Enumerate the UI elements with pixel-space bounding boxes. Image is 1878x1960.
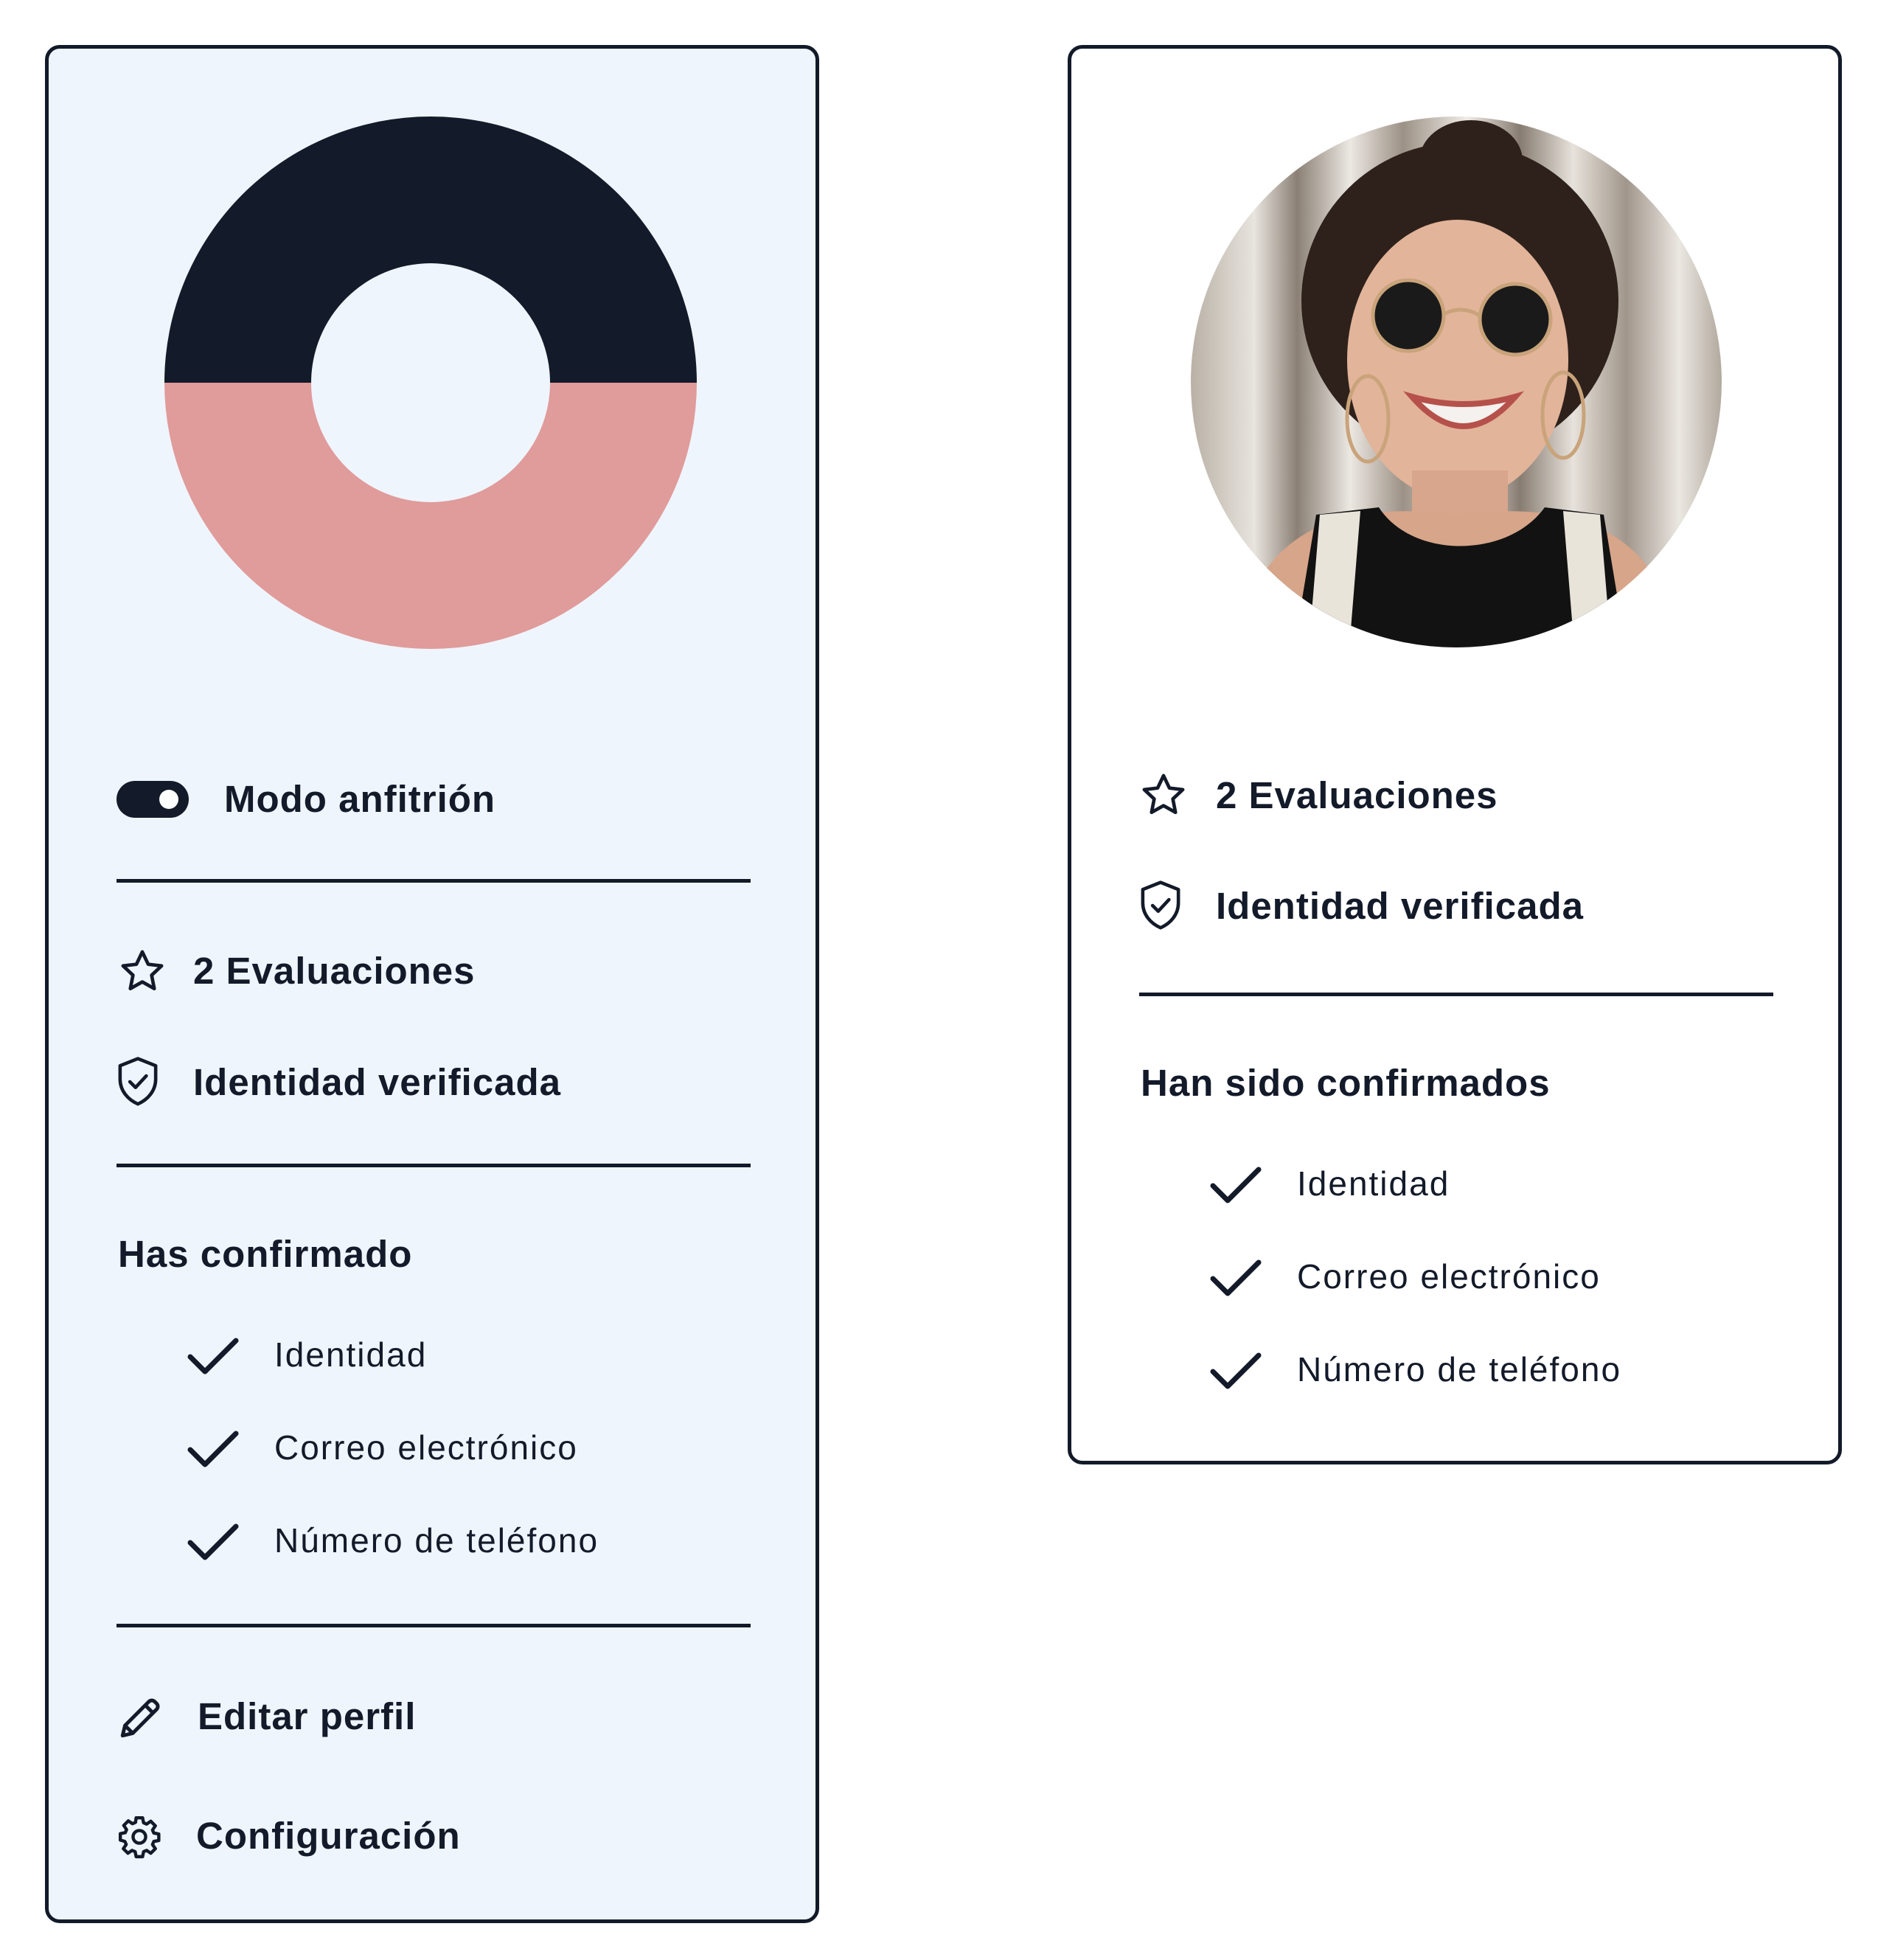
- star-icon: [1139, 771, 1188, 819]
- check-icon: [187, 1522, 239, 1563]
- donut-avatar-icon: [164, 117, 697, 649]
- edit-profile-link[interactable]: Editar perfil: [116, 1690, 633, 1749]
- divider: [1139, 993, 1773, 996]
- host-profile-card: Modo anfitrión 2 Evaluaciones Identidad …: [45, 45, 819, 1923]
- check-icon: [187, 1336, 239, 1377]
- check-icon: [1210, 1351, 1262, 1392]
- shield-check-icon: [1139, 880, 1182, 931]
- avatar-placeholder: [164, 117, 697, 649]
- guest-profile-card: 2 Evaluaciones Identidad verificada Han …: [1068, 45, 1842, 1464]
- confirmed-item: Identidad: [1297, 1164, 1450, 1203]
- confirmed-heading: Han sido confirmados: [1141, 1062, 1551, 1104]
- edit-profile-label: Editar perfil: [198, 1695, 417, 1737]
- profile-photo: [1191, 117, 1722, 647]
- check-icon: [187, 1429, 239, 1470]
- settings-link[interactable]: Configuración: [116, 1810, 633, 1869]
- settings-label: Configuración: [196, 1815, 461, 1857]
- divider: [116, 1624, 751, 1627]
- toggle-switch-icon: [116, 781, 189, 818]
- check-icon: [1210, 1258, 1262, 1299]
- confirmed-item: Correo electrónico: [1297, 1257, 1601, 1296]
- confirmed-item: Correo electrónico: [274, 1428, 578, 1467]
- host-mode-toggle[interactable]: [116, 781, 189, 818]
- check-icon: [1210, 1165, 1262, 1206]
- reviews-link[interactable]: 2 Evaluaciones: [193, 949, 476, 993]
- confirmed-heading: Has confirmado: [118, 1233, 413, 1275]
- identity-verified-label: Identidad verificada: [193, 1061, 561, 1103]
- pencil-icon: [116, 1693, 165, 1742]
- star-icon: [118, 947, 167, 995]
- host-mode-label: Modo anfitrión: [224, 778, 496, 820]
- divider: [116, 1164, 751, 1167]
- reviews-link[interactable]: 2 Evaluaciones: [1216, 774, 1498, 818]
- confirmed-item: Número de teléfono: [1297, 1350, 1622, 1389]
- divider: [116, 879, 751, 883]
- gear-icon: [116, 1814, 162, 1860]
- confirmed-item: Número de teléfono: [274, 1521, 599, 1560]
- confirmed-item: Identidad: [274, 1335, 428, 1374]
- shield-check-icon: [116, 1056, 159, 1108]
- identity-verified-label: Identidad verificada: [1216, 885, 1584, 927]
